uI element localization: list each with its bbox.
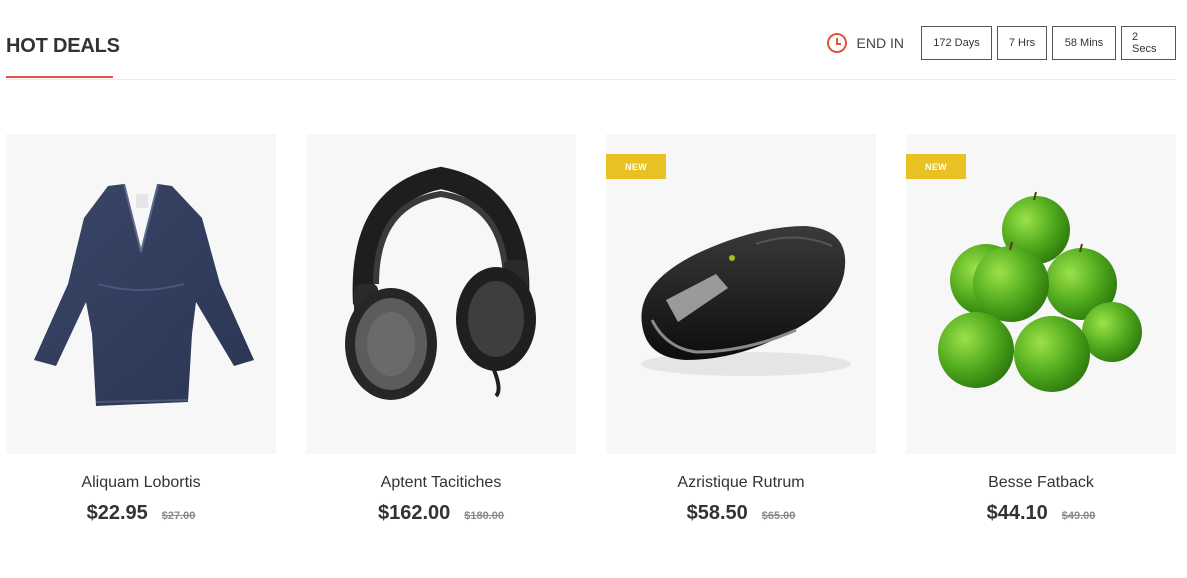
title-underline [6, 76, 113, 78]
product-prices: $162.00 $180.00 [306, 502, 576, 525]
headphones-image [345, 166, 536, 400]
product-old-price: $180.00 [464, 510, 505, 522]
product-name[interactable]: Aptent Tacitiches [306, 474, 576, 492]
dress-image [34, 183, 254, 406]
product-grid: Aliquam Lobortis $22.95 $27.00 Aptent Ta… [6, 134, 1176, 534]
product-prices: $44.10 $49.00 [906, 502, 1176, 525]
countdown-hours: 7 Hrs [997, 26, 1047, 60]
product-old-price: $49.00 [1061, 510, 1096, 522]
product-prices: $58.50 $65.00 [606, 502, 876, 525]
product-image-link[interactable] [6, 134, 276, 454]
new-badge: NEW [606, 154, 666, 179]
product-card[interactable]: NEW Besse Fatback $44.10 $49.00 [906, 134, 1176, 534]
product-card[interactable]: Aptent Tacitiches $162.00 $180.00 [306, 134, 576, 534]
new-badge: NEW [906, 154, 966, 179]
apples-image [938, 191, 1142, 392]
product-name[interactable]: Aliquam Lobortis [6, 474, 276, 492]
product-image-link[interactable] [306, 134, 576, 454]
product-name[interactable]: Besse Fatback [906, 474, 1176, 492]
product-card[interactable]: NEW Azristique Rutrum $58.50 $65.00 [606, 134, 876, 534]
mouse-image [641, 226, 851, 376]
product-price: $22.95 [86, 502, 148, 524]
section-header: HOT DEALS END IN 172 Days 7 Hrs 58 Mins … [6, 0, 1176, 80]
countdown-minutes: 58 Mins [1052, 26, 1116, 60]
product-price: $58.50 [686, 502, 748, 524]
countdown-seconds: 2 Secs [1121, 26, 1176, 60]
product-old-price: $27.00 [161, 510, 196, 522]
product-prices: $22.95 $27.00 [6, 502, 276, 525]
product-image-link[interactable]: NEW [606, 134, 876, 454]
product-card[interactable]: Aliquam Lobortis $22.95 $27.00 [6, 134, 276, 534]
countdown-days: 172 Days [921, 26, 992, 60]
section-title: HOT DEALS [6, 35, 120, 57]
product-price: $162.00 [377, 502, 451, 524]
product-old-price: $65.00 [761, 510, 796, 522]
clock-icon [826, 33, 847, 53]
product-price: $44.10 [986, 502, 1048, 524]
deal-countdown: END IN 172 Days 7 Hrs 58 Mins 2 Secs [826, 26, 1176, 60]
product-name[interactable]: Azristique Rutrum [606, 474, 876, 492]
countdown-label: END IN [856, 35, 904, 51]
product-image-link[interactable]: NEW [906, 134, 1176, 454]
